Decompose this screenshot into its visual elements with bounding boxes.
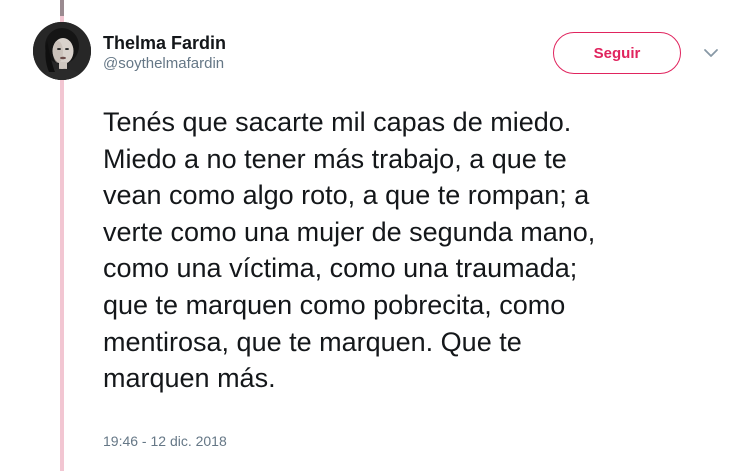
tweet-text-line: mentirosa, que te marquen. Que te [103,326,522,357]
tweet-text-line: que te marquen como pobrecita, como [103,289,566,320]
tweet-text-line: vean como algo roto, a que te rompan; a [103,180,590,211]
tweet-text: Tenés que sacarte mil capas de miedo. Mi… [103,104,703,397]
avatar[interactable] [33,22,91,80]
tweet-card: Thelma Fardin @soythelmafardin Seguir Te… [33,0,750,471]
tweet-screenshot: Thelma Fardin @soythelmafardin Seguir Te… [0,0,750,471]
author-display-name[interactable]: Thelma Fardin [103,33,226,53]
chevron-down-icon[interactable] [702,46,720,60]
author-handle[interactable]: @soythelmafardin [103,54,226,74]
tweet-text-line: como una víctima, como una traumada; [103,253,578,284]
tweet-text-line: marquen más. [103,363,276,394]
follow-button[interactable]: Seguir [553,32,681,74]
tweet-text-line: Miedo a no tener más trabajo, a que te [103,143,567,174]
tweet-timestamp[interactable]: 19:46 - 12 dic. 2018 [103,432,227,450]
author-info: Thelma Fardin @soythelmafardin [103,33,226,74]
tweet-text-line: Tenés que sacarte mil capas de miedo. [103,107,572,137]
profile-photo-icon [33,22,91,80]
thread-connector-top [60,0,64,16]
tweet-text-line: verte como una mujer de segunda mano, [103,216,596,247]
